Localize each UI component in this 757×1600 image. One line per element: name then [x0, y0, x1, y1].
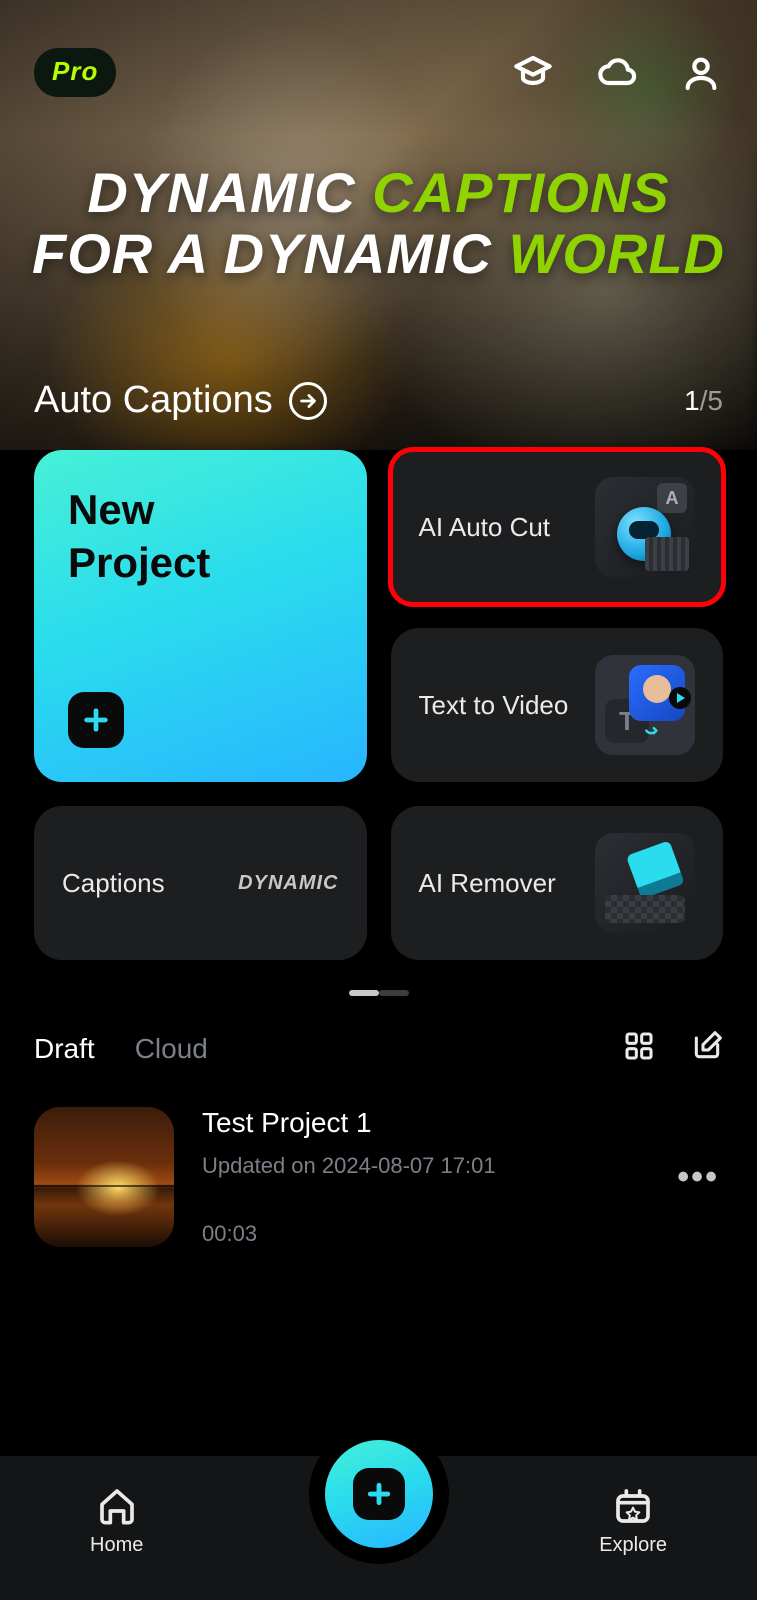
grid-page-indicator — [34, 990, 723, 996]
new-project-label: New Project — [68, 484, 210, 589]
project-duration: 00:03 — [202, 1221, 645, 1247]
new-project-button[interactable]: New Project — [34, 450, 367, 782]
nav-home-label: Home — [90, 1534, 143, 1557]
headline-text: CAPTIONS — [372, 161, 669, 224]
nav-explore-label: Explore — [599, 1534, 667, 1557]
hero-headline: DYNAMIC CAPTIONS FOR A DYNAMIC WORLD — [0, 164, 757, 284]
captions-button[interactable]: Captions DYNAMIC — [34, 806, 367, 960]
more-icon[interactable]: ••• — [673, 1158, 723, 1197]
fab-container — [309, 1424, 449, 1564]
headline-text: WORLD — [508, 222, 725, 285]
cloud-icon[interactable] — [595, 51, 639, 95]
nav-explore[interactable]: Explore — [599, 1486, 667, 1557]
headline-text: FOR A DYNAMIC — [32, 222, 492, 285]
tab-draft[interactable]: Draft — [34, 1033, 95, 1065]
plus-icon — [353, 1468, 405, 1520]
project-title: Test Project 1 — [202, 1107, 645, 1139]
hero-banner: Pro DYNAMIC CAPTIONS FOR A DYNAMIC WORLD… — [0, 0, 757, 450]
text-to-video-icon — [595, 655, 695, 755]
pro-badge[interactable]: Pro — [34, 48, 116, 97]
captions-thumb-text: DYNAMIC — [238, 872, 338, 895]
project-updated: Updated on 2024-08-07 17:01 — [202, 1153, 645, 1179]
tutorial-icon[interactable] — [511, 51, 555, 95]
grid-view-icon[interactable] — [623, 1030, 655, 1067]
tab-cloud[interactable]: Cloud — [135, 1033, 208, 1065]
project-item[interactable]: Test Project 1 Updated on 2024-08-07 17:… — [0, 1067, 757, 1247]
nav-home[interactable]: Home — [90, 1486, 143, 1557]
ai-remover-label: AI Remover — [419, 868, 556, 899]
featured-action-label: Auto Captions — [34, 379, 273, 422]
ai-remover-icon — [595, 833, 695, 933]
text-to-video-label: Text to Video — [419, 690, 569, 721]
create-fab[interactable] — [325, 1440, 433, 1548]
arrow-right-icon — [289, 382, 327, 420]
profile-icon[interactable] — [679, 51, 723, 95]
ai-auto-cut-icon — [595, 477, 695, 577]
plus-icon — [68, 692, 124, 748]
ai-auto-cut-button[interactable]: AI Auto Cut — [391, 450, 724, 604]
captions-label: Captions — [62, 868, 165, 899]
text-to-video-button[interactable]: Text to Video — [391, 628, 724, 782]
headline-text: DYNAMIC — [87, 161, 355, 224]
ai-auto-cut-label: AI Auto Cut — [419, 512, 551, 543]
project-thumbnail — [34, 1107, 174, 1247]
edit-icon[interactable] — [691, 1030, 723, 1067]
carousel-pager: 1/5 — [684, 385, 723, 417]
ai-remover-button[interactable]: AI Remover — [391, 806, 724, 960]
featured-action[interactable]: Auto Captions — [34, 379, 327, 422]
